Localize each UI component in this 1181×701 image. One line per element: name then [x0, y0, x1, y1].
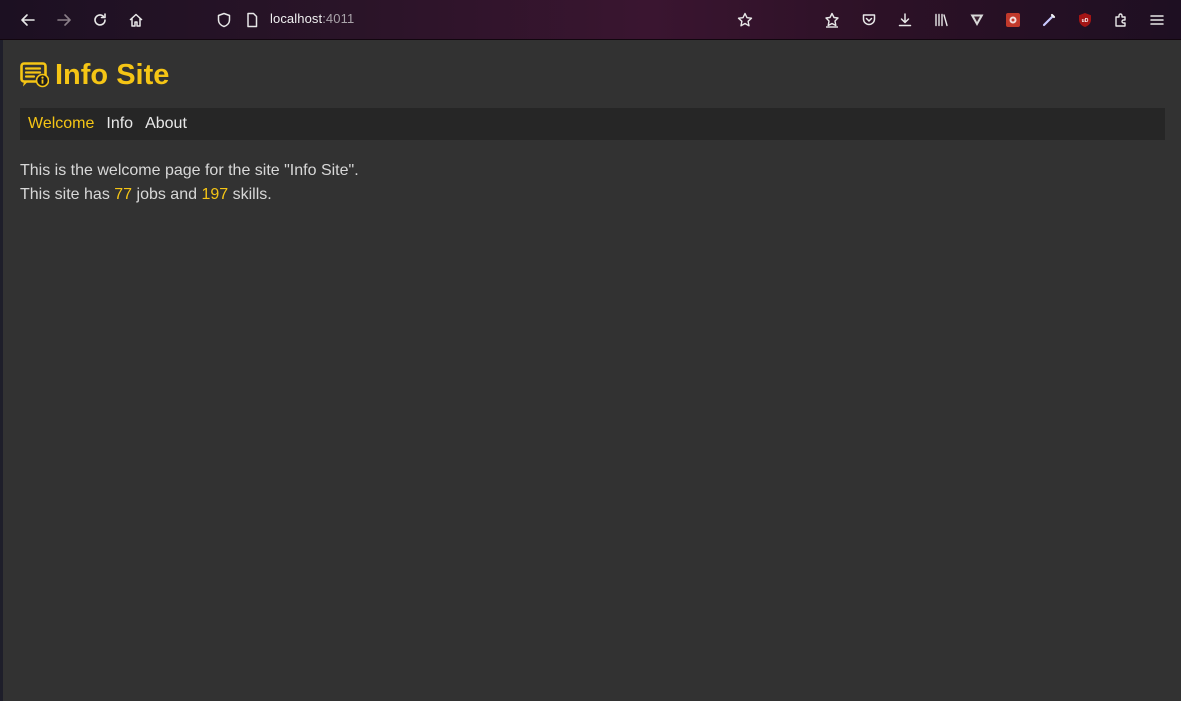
tracking-protection-button[interactable] — [210, 6, 238, 34]
url-bar[interactable]: localhost:4011 — [270, 11, 354, 26]
svg-text:uD: uD — [1082, 18, 1089, 24]
wand-button[interactable] — [1035, 6, 1063, 34]
nav-item-info[interactable]: Info — [106, 115, 133, 133]
page-icon — [247, 12, 258, 28]
bookmark-star-icon — [737, 12, 753, 27]
stats-mid: jobs and — [132, 186, 202, 203]
skills-count: 197 — [201, 186, 229, 203]
nav-bar: Welcome Info About — [20, 108, 1165, 140]
nav-item-about[interactable]: About — [145, 115, 187, 133]
pocket-button[interactable] — [855, 6, 883, 34]
library-icon — [935, 13, 948, 27]
bookmark-button[interactable] — [731, 6, 759, 34]
stats-line: This site has 77 jobs and 197 skills. — [20, 183, 359, 207]
stats-suffix: skills. — [228, 186, 272, 203]
jobs-count: 77 — [114, 186, 133, 203]
site-title: Info Site — [55, 58, 170, 91]
back-icon — [21, 14, 35, 26]
library-button[interactable] — [927, 6, 955, 34]
home-button[interactable] — [122, 6, 150, 34]
welcome-text: This is the welcome page for the site "I… — [20, 159, 359, 207]
download-icon — [898, 13, 912, 27]
home-icon — [129, 13, 143, 27]
url-host: localhost — [270, 11, 323, 26]
app-menu-button[interactable] — [1143, 6, 1171, 34]
forward-button[interactable] — [50, 6, 78, 34]
reload-button[interactable] — [86, 6, 114, 34]
wand-icon — [1042, 13, 1056, 27]
welcome-line: This is the welcome page for the site "I… — [20, 162, 359, 179]
page-info-button[interactable] — [238, 6, 266, 34]
ublock-icon: uD — [1079, 13, 1091, 27]
extension-button[interactable] — [818, 6, 846, 34]
vimium-icon — [970, 14, 984, 26]
shield-icon — [217, 12, 231, 28]
back-button[interactable] — [14, 6, 42, 34]
extensions-puzzle-icon — [1115, 13, 1126, 27]
url-port: :4011 — [322, 11, 355, 26]
forward-icon — [57, 14, 71, 26]
extensions-button[interactable] — [1107, 6, 1135, 34]
extension-red-icon — [1006, 13, 1020, 27]
pocket-icon — [862, 14, 876, 26]
extension-icon — [825, 12, 839, 28]
stats-prefix: This site has — [20, 186, 115, 203]
downloads-button[interactable] — [891, 6, 919, 34]
ublock-button[interactable]: uD — [1071, 6, 1099, 34]
page-content: Info Site Welcome Info About This is the… — [3, 40, 1181, 701]
menu-icon — [1150, 15, 1164, 25]
site-header[interactable]: Info Site — [20, 58, 169, 92]
reload-icon — [94, 13, 106, 26]
extension-red-button[interactable] — [999, 6, 1027, 34]
vimium-button[interactable] — [963, 6, 991, 34]
nav-item-welcome[interactable]: Welcome — [28, 115, 94, 133]
info-chat-icon — [20, 62, 49, 88]
browser-toolbar: localhost:4011 uD — [0, 0, 1181, 40]
